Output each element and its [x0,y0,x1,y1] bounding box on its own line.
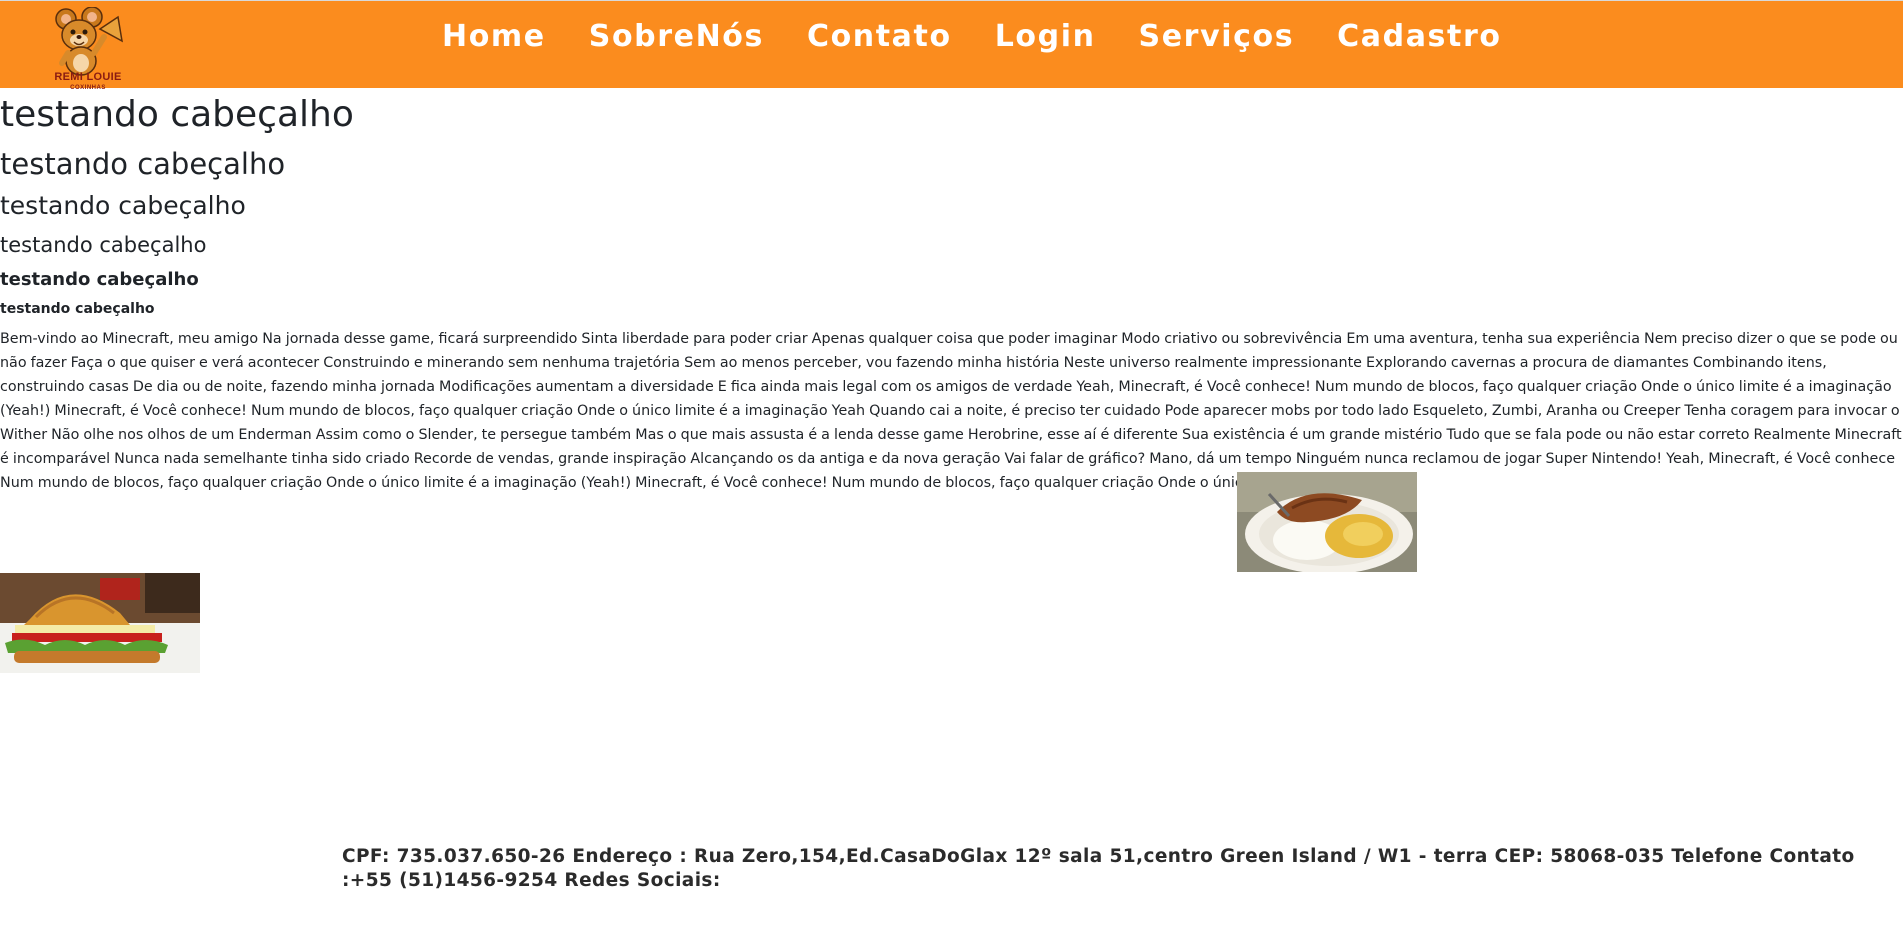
nav-contato[interactable]: Contato [807,17,952,57]
footer-contact-info: CPF: 735.037.650-26 Endereço : Rua Zero,… [342,846,1855,891]
heading-4: testando cabeçalho [0,233,207,257]
brand-tagline: COXINHAS [70,85,106,91]
heading-3: testando cabeçalho [0,191,246,220]
heading-6: testando cabeçalho [0,301,155,317]
nav-login[interactable]: Login [995,17,1096,57]
nav-sobre-nos[interactable]: SobreNós [589,17,764,57]
nav-cadastro[interactable]: Cadastro [1337,17,1501,57]
brand-name: REMI LOUIE [54,71,122,83]
coxinha-burger-image [0,573,200,673]
navbar: REMI LOUIE COXINHAS Home SobreNós Contat… [0,0,1903,91]
heading-5: testando cabeçalho [0,269,199,290]
heading-2: testando cabeçalho [0,147,286,181]
mouse-mascot-icon [55,6,123,76]
body-paragraph: Bem-vindo ao Minecraft, meu amigo Na jor… [0,331,1902,491]
nav-home[interactable]: Home [442,17,546,57]
nav-servicos[interactable]: Serviços [1139,17,1295,57]
coxinha-plate-image [1237,472,1417,574]
heading-1: testando cabeçalho [0,94,354,135]
main-nav: Home SobreNós Contato Login Serviços Cad… [442,17,1545,57]
